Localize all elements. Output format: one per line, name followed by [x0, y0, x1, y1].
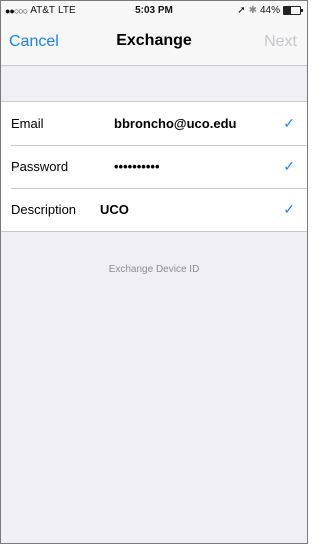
screen: ●●○○○ AT&T LTE 5:03 PM ➚ ✱ 44% Cancel Ex…: [0, 0, 308, 544]
cancel-button[interactable]: Cancel: [9, 33, 59, 51]
checkmark-icon: ✓: [283, 115, 295, 131]
status-bar: ●●○○○ AT&T LTE 5:03 PM ➚ ✱ 44%: [1, 1, 307, 21]
battery-percent: 44%: [259, 5, 280, 16]
next-button[interactable]: Next: [264, 33, 297, 51]
description-field[interactable]: UCO: [100, 202, 129, 217]
battery-fill: [284, 7, 292, 14]
checkmark-icon: ✓: [283, 158, 295, 174]
password-row[interactable]: Password •••••••••• ✓: [1, 145, 307, 188]
navigation-bar: Cancel Exchange Next: [1, 21, 307, 66]
email-field[interactable]: bbroncho@uco.edu: [114, 116, 236, 131]
status-right: ➚ ✱ 44%: [237, 5, 303, 16]
email-row[interactable]: Email bbroncho@uco.edu ✓: [1, 102, 307, 145]
description-row[interactable]: Description UCO ✓: [1, 188, 307, 231]
checkmark-icon: ✓: [283, 201, 295, 217]
password-label: Password: [11, 159, 69, 174]
account-form: Email bbroncho@uco.edu ✓ Password ••••••…: [1, 101, 307, 232]
exchange-device-id-label: Exchange Device ID: [108, 264, 200, 275]
password-field[interactable]: ••••••••••: [114, 159, 160, 174]
bluetooth-icon: ✱: [248, 5, 257, 16]
location-icon: ➚: [237, 5, 246, 16]
email-label: Email: [11, 116, 44, 131]
description-label: Description: [11, 202, 77, 217]
battery-icon: [283, 6, 303, 15]
